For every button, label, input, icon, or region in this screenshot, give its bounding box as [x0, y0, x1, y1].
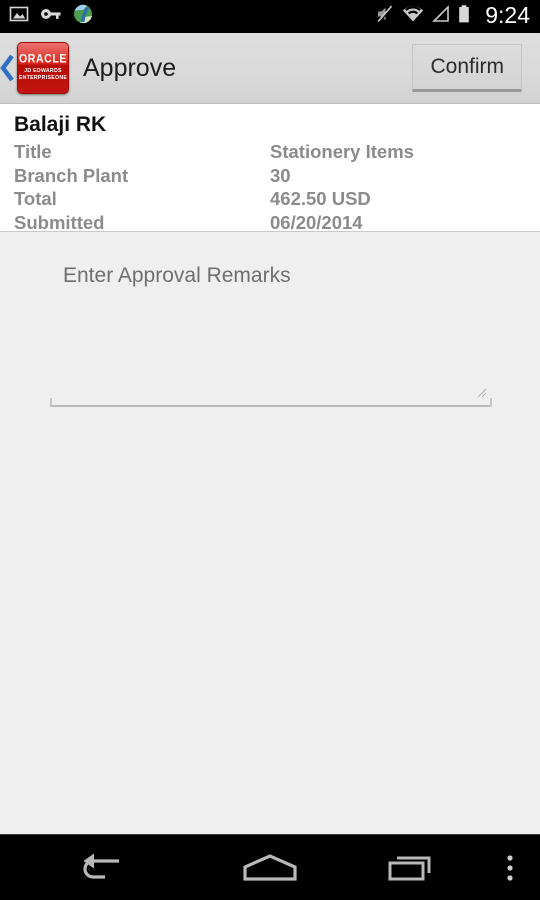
detail-value-branch-plant: 30: [270, 164, 291, 186]
confirm-button[interactable]: Confirm: [412, 44, 522, 92]
status-bar-system-icons: 9:24: [375, 4, 530, 29]
cellular-signal-icon: [431, 5, 450, 28]
status-bar-notifications: [9, 4, 93, 29]
back-button[interactable]: [0, 53, 17, 83]
android-navigation-bar: [0, 834, 540, 900]
approval-remarks-field-wrapper: [50, 255, 492, 407]
detail-value-total: 462.50 USD: [270, 188, 371, 210]
detail-value-submitted: 06/20/2014: [270, 211, 363, 233]
browser-globe-icon: [73, 4, 93, 29]
approval-remarks-section: [0, 233, 540, 833]
vpn-key-icon: [40, 5, 62, 28]
page-title: Approve: [83, 55, 177, 81]
logo-enterpriseone-text: ENTERPRISEONE: [18, 74, 68, 81]
wifi-icon: [402, 5, 424, 28]
requester-name: Balaji RK: [14, 113, 107, 136]
detail-row: Submitted 06/20/2014: [0, 211, 540, 235]
detail-label-title: Title: [14, 140, 52, 162]
nav-overflow-menu-button[interactable]: [480, 835, 540, 900]
back-arrow-icon: [83, 853, 119, 879]
battery-icon: [457, 4, 471, 29]
approval-remarks-input[interactable]: [50, 255, 492, 407]
volume-mute-icon: [375, 4, 395, 29]
oracle-jd-edwards-logo: ORACLE JD EDWARDS ENTERPRISEONE: [17, 42, 69, 94]
textarea-left-tick: [50, 398, 52, 407]
detail-value-title: Stationery Items: [270, 140, 414, 162]
detail-row: Title Stationery Items: [0, 140, 540, 164]
status-bar-clock: 9:24: [485, 2, 530, 28]
detail-label-branch-plant: Branch Plant: [14, 164, 129, 186]
recent-apps-icon: [388, 856, 431, 880]
status-bar: 9:24: [0, 0, 540, 33]
logo-oracle-text: ORACLE: [19, 52, 67, 67]
logo-jdedwards-text: JD EDWARDS: [24, 67, 62, 74]
detail-row: Total 462.50 USD: [0, 187, 540, 211]
request-details-card: Balaji RK Title Stationery Items Branch …: [0, 104, 540, 235]
app-header: ORACLE JD EDWARDS ENTERPRISEONE Approve …: [0, 33, 540, 104]
nav-recent-apps-button[interactable]: [340, 835, 480, 900]
nav-back-button[interactable]: [0, 835, 200, 900]
phone-screen: 9:24 ORACLE JD EDWARDS ENTERPRISEONE App…: [0, 0, 540, 900]
screenshot-image-icon: [9, 4, 29, 29]
textarea-right-tick: [490, 398, 492, 407]
chevron-left-icon: [0, 54, 14, 82]
home-pentagon-icon: [243, 853, 297, 881]
overflow-menu-dots-icon: [507, 854, 513, 881]
nav-home-button[interactable]: [200, 835, 340, 900]
detail-label-submitted: Submitted: [14, 211, 105, 233]
detail-row: Branch Plant 30: [0, 164, 540, 188]
detail-label-total: Total: [14, 188, 57, 210]
